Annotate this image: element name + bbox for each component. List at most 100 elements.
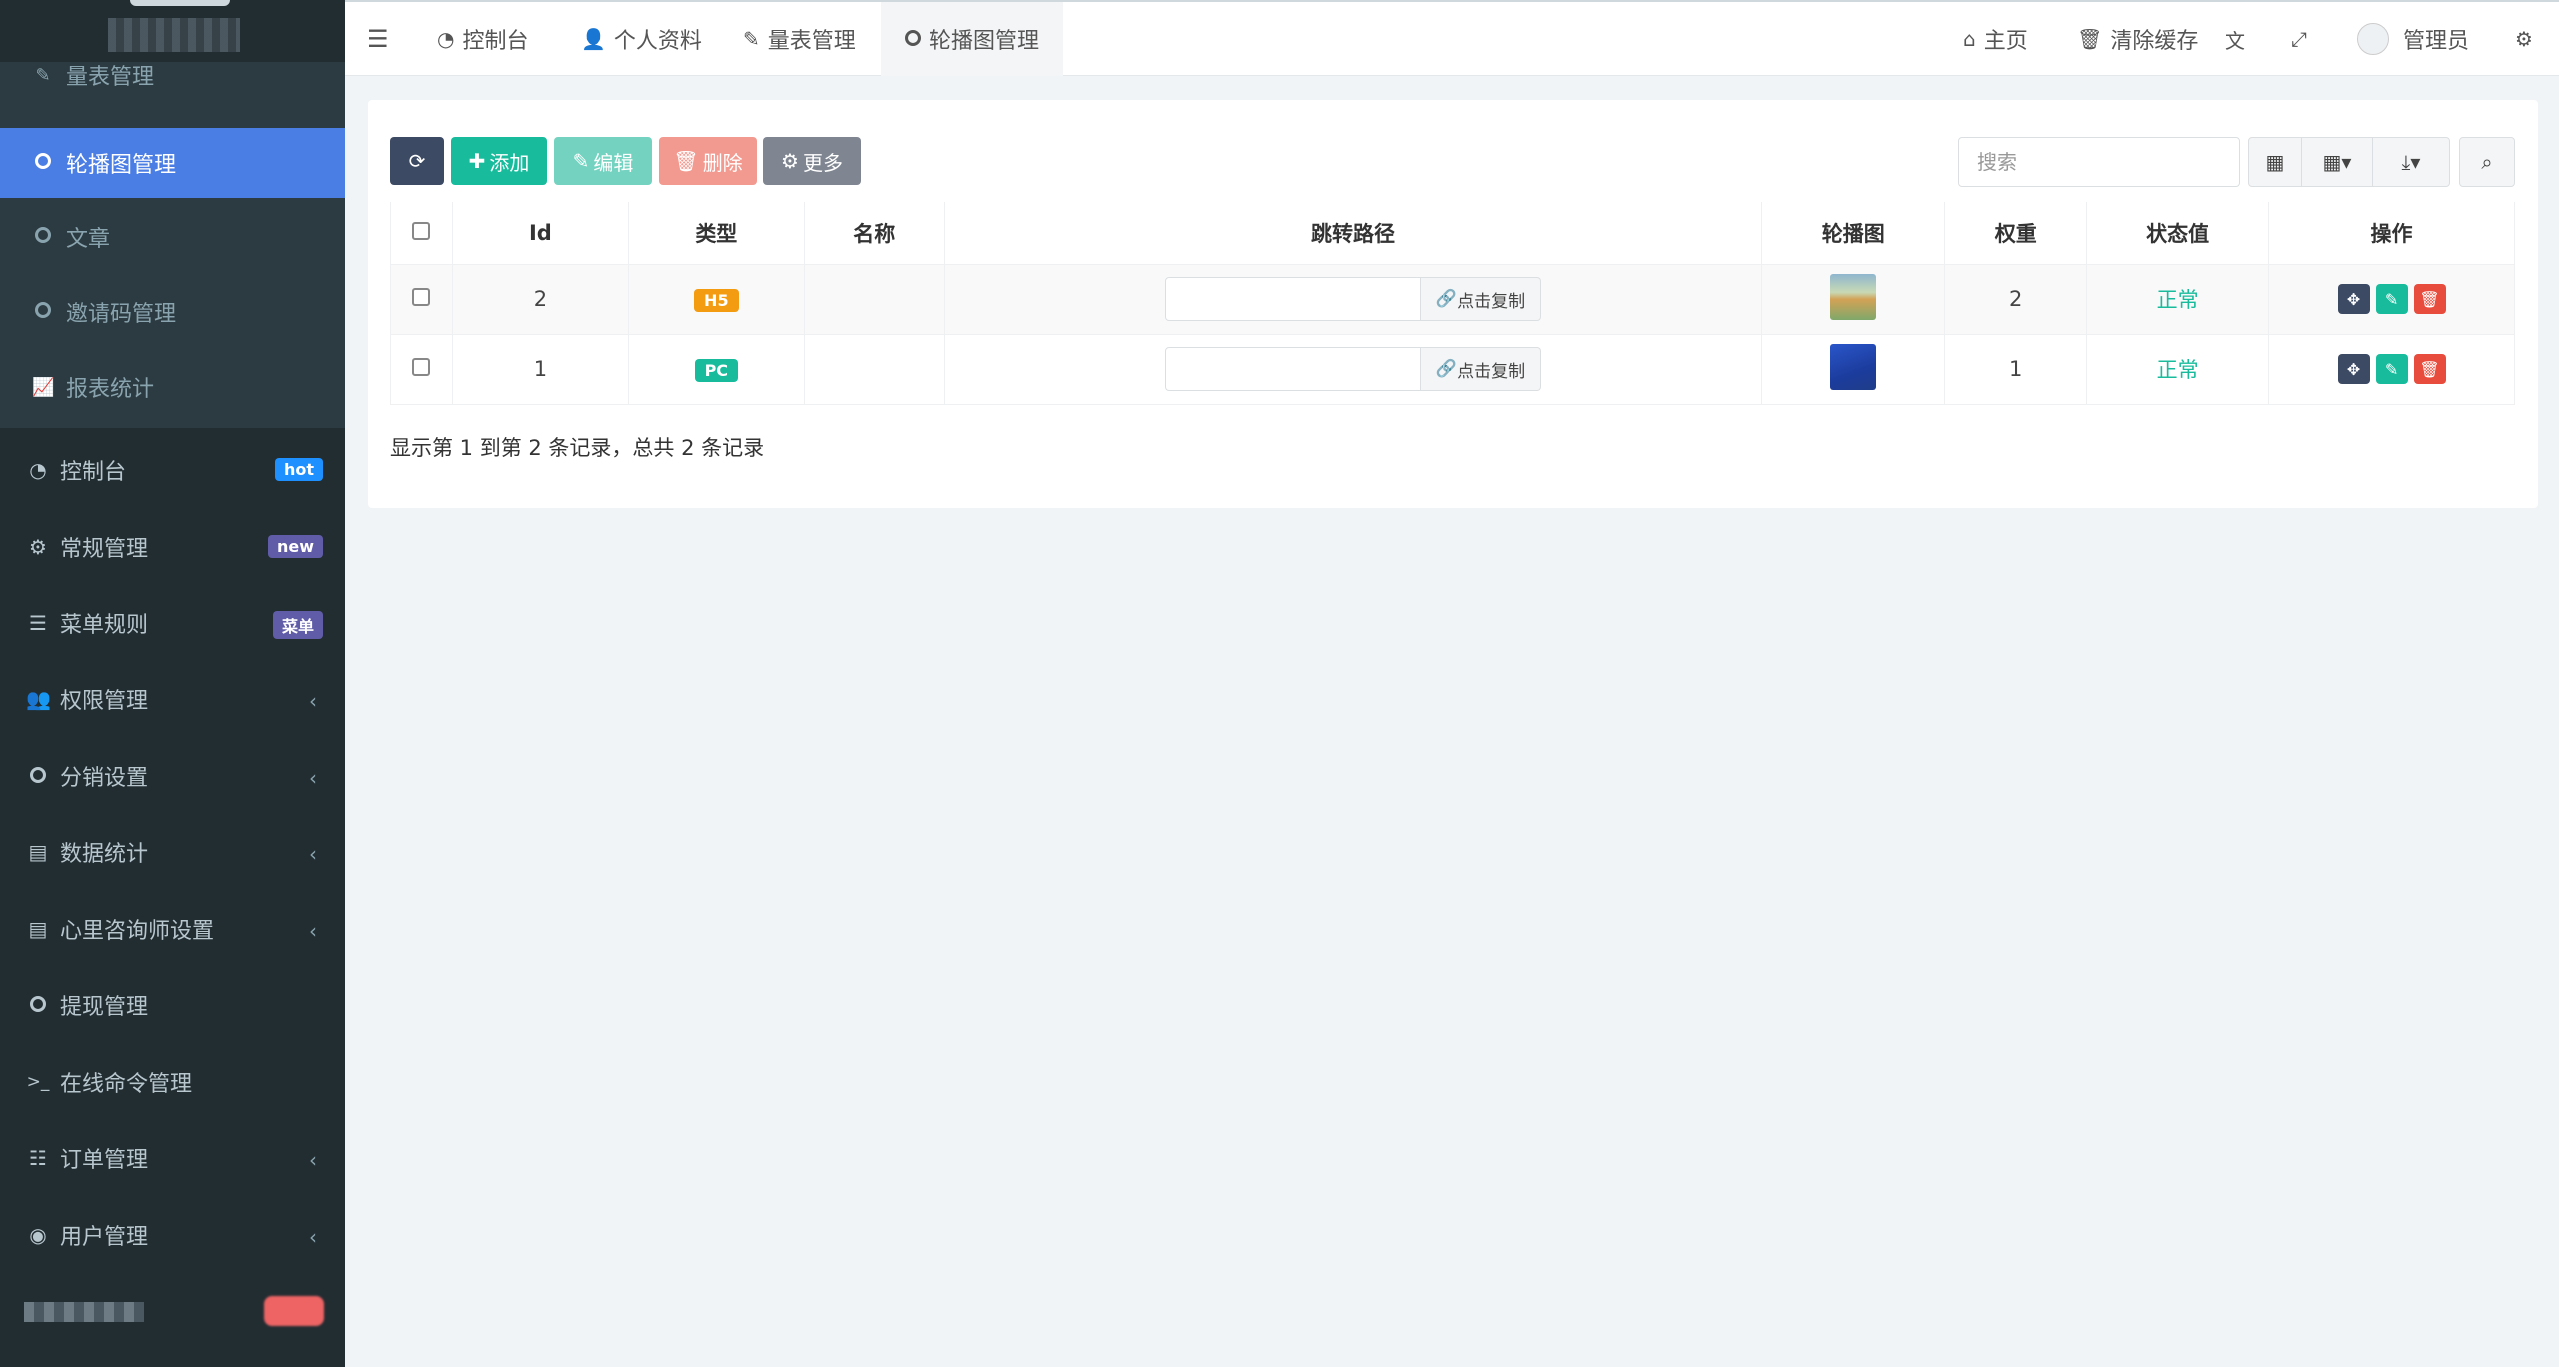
cell-image — [1761, 263, 1946, 335]
path-input[interactable] — [1165, 277, 1422, 321]
sidebar-item-command[interactable]: >_ 在线命令管理 — [0, 1044, 345, 1120]
more-button[interactable]: ⚙ 更多 — [763, 137, 861, 185]
add-button[interactable]: ✚ 添加 — [451, 137, 547, 185]
row-edit-button[interactable]: ✎ — [2375, 354, 2408, 384]
cell-name — [803, 333, 945, 405]
sidebar-item-menu-rules[interactable]: ☰ 菜单规则 菜单 — [0, 585, 345, 661]
edit-icon: ✎ — [35, 64, 51, 86]
tab-banner[interactable]: 轮播图管理 — [881, 2, 1064, 76]
dashboard-icon: ◔ — [29, 458, 47, 482]
delete-button[interactable]: 🗑 删除 — [659, 137, 757, 185]
submenu-item-banner[interactable]: 轮播图管理 — [0, 128, 345, 198]
submenu-item-label: 轮播图管理 — [66, 153, 177, 178]
edit-button[interactable]: ✎ 编辑 — [554, 137, 652, 185]
home-link[interactable]: ⌂ 主页 — [1963, 2, 2028, 76]
table-row[interactable]: 1 PC 🔗 点击复制 1 正常 ✥ ✎ 🗑 — [390, 333, 2515, 405]
circle-icon — [32, 152, 54, 174]
sidebar-item-dashboard[interactable]: ◔ 控制台 hot — [0, 432, 345, 508]
settings-button[interactable]: ⚙ — [2515, 2, 2541, 76]
tab-profile[interactable]: 👤 个人资料 — [581, 2, 702, 76]
list-icon: ▤ — [28, 840, 48, 864]
refresh-button[interactable]: ⟳ — [390, 137, 444, 185]
cell-id: 1 — [451, 333, 629, 405]
column-header: 操作 — [2268, 202, 2515, 265]
columns-button[interactable]: ▦▾ — [2301, 137, 2373, 187]
sidebar-toggle-button[interactable]: ☰ — [367, 2, 397, 76]
submenu-item-report[interactable]: 📈 报表统计 — [0, 352, 345, 422]
more-label: 更多 — [802, 150, 843, 175]
sidebar-item-withdraw[interactable]: 提现管理 — [0, 967, 345, 1043]
column-header[interactable]: 状态值 — [2086, 202, 2270, 265]
sidebar-item-general[interactable]: ⚙ 常规管理 new — [0, 509, 345, 585]
dashboard-icon: ◔ — [437, 27, 455, 51]
toggle-view-button[interactable]: ▦ — [2248, 137, 2302, 187]
cogs-icon: ⚙ — [2515, 27, 2533, 51]
copy-button[interactable]: 🔗 点击复制 — [1421, 347, 1542, 391]
column-header[interactable]: 权重 — [1944, 202, 2088, 265]
banner-table: Id 类型 名称 跳转路径 轮播图 权重 状态值 操作 2 H5 🔗 点击复制 — [390, 202, 2515, 405]
table-row[interactable]: 2 H5 🔗 点击复制 2 正常 ✥ ✎ 🗑 — [390, 263, 2515, 335]
banner-thumbnail[interactable] — [1830, 343, 1877, 390]
bars-icon: ☰ — [367, 25, 389, 53]
sidebar-item-distribution[interactable]: 分销设置 ‹ — [0, 738, 345, 814]
sidebar-item-label: 常规管理 — [60, 537, 149, 562]
drag-button[interactable]: ✥ — [2337, 354, 2370, 384]
language-button[interactable]: 文 — [2225, 2, 2253, 76]
list-icon: ▤ — [28, 917, 48, 941]
cell-id: 2 — [451, 263, 629, 335]
path-input[interactable] — [1165, 347, 1422, 391]
delete-label: 删除 — [702, 150, 743, 175]
column-header[interactable]: Id — [451, 202, 629, 265]
add-label: 添加 — [489, 150, 530, 175]
user-menu[interactable]: 管理员 — [2357, 2, 2469, 76]
column-header[interactable]: 跳转路径 — [943, 202, 1763, 265]
chevron-left-icon: ‹ — [309, 766, 317, 790]
row-checkbox[interactable] — [390, 333, 453, 405]
row-checkbox[interactable] — [390, 263, 453, 335]
sidebar-item-permissions[interactable]: 👥 权限管理 ‹ — [0, 661, 345, 737]
tab-scale[interactable]: ✎ 量表管理 — [743, 2, 856, 76]
search-button[interactable]: ⌕ — [2459, 137, 2515, 187]
cell-status: 正常 — [2086, 333, 2270, 405]
home-label: 主页 — [1983, 29, 2028, 54]
export-button[interactable]: ⤓▾ — [2372, 137, 2450, 187]
link-icon: 🔗 — [1435, 289, 1458, 309]
fullscreen-icon: ⤢ — [2291, 27, 2307, 51]
banner-thumbnail[interactable] — [1830, 273, 1877, 320]
clear-cache-button[interactable]: 🗑 清除缓存 — [2077, 2, 2198, 76]
column-header[interactable]: 类型 — [627, 202, 805, 265]
submenu-item-invite[interactable]: 邀请码管理 — [0, 277, 345, 347]
server-icon: ☷ — [29, 1146, 47, 1170]
submenu-item-label: 报表统计 — [66, 377, 155, 402]
sidebar-item-orders[interactable]: ☷ 订单管理 ‹ — [0, 1120, 345, 1196]
select-all-checkbox[interactable] — [390, 202, 453, 265]
fullscreen-button[interactable]: ⤢ — [2291, 2, 2315, 76]
column-header[interactable]: 名称 — [803, 202, 945, 265]
cell-path: 🔗 点击复制 — [943, 263, 1763, 335]
sidebar-item-users[interactable]: ◉ 用户管理 ‹ — [0, 1197, 345, 1273]
drag-button[interactable]: ✥ — [2337, 284, 2370, 314]
row-delete-button[interactable]: 🗑 — [2413, 354, 2446, 384]
download-icon: ⤓▾ — [2401, 150, 2421, 174]
avatar — [2357, 23, 2389, 55]
sidebar-item-label: 菜单规则 — [60, 613, 149, 638]
row-edit-button[interactable]: ✎ — [2375, 284, 2408, 314]
table-header-row: Id 类型 名称 跳转路径 轮播图 权重 状态值 操作 — [390, 202, 2515, 265]
row-delete-button[interactable]: 🗑 — [2413, 284, 2446, 314]
sidebar-item-counselor[interactable]: ▤ 心里咨询师设置 ‹ — [0, 891, 345, 967]
cell-actions: ✥ ✎ 🗑 — [2268, 333, 2515, 405]
submenu-item-label: 文章 — [66, 227, 111, 252]
refresh-icon: ⟳ — [408, 149, 426, 173]
copy-button[interactable]: 🔗 点击复制 — [1421, 277, 1542, 321]
submenu-item-scale[interactable]: ✎ 量表管理 — [0, 40, 345, 110]
tab-dashboard[interactable]: ◔ 控制台 — [437, 2, 528, 76]
cell-actions: ✥ ✎ 🗑 — [2268, 263, 2515, 335]
column-header[interactable]: 轮播图 — [1761, 202, 1946, 265]
search-input[interactable] — [1958, 137, 2240, 187]
type-badge: H5 — [694, 288, 739, 312]
sidebar-item-statistics[interactable]: ▤ 数据统计 ‹ — [0, 814, 345, 890]
submenu-item-label: 邀请码管理 — [66, 302, 177, 327]
submenu-item-article[interactable]: 文章 — [0, 202, 345, 272]
circle-icon — [905, 27, 921, 51]
submenu-item-label: 量表管理 — [66, 65, 155, 90]
